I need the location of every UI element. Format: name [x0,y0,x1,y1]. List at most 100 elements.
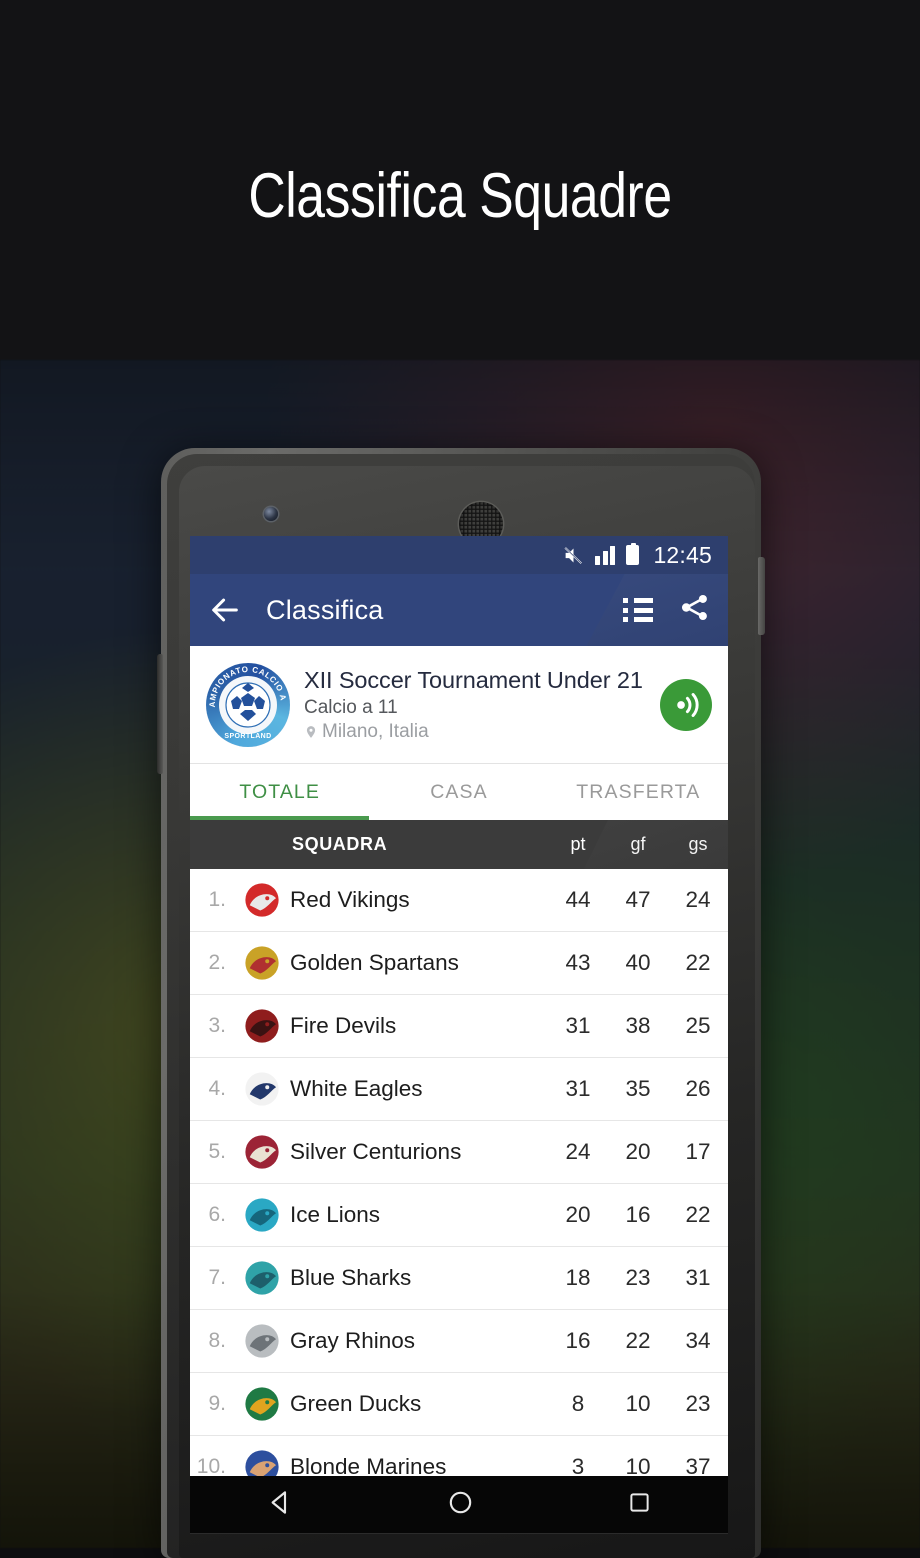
row-pt: 44 [565,887,591,912]
back-arrow-icon[interactable] [208,593,242,627]
row-team-logo [234,942,290,984]
row-team-logo [234,1446,290,1476]
phone-screen: 12:45 Classifica AMPIONATO CALCIO A SPOR… [190,536,728,1476]
row-pt: 24 [565,1139,591,1164]
table-row[interactable]: 6. Ice Lions 20 16 22 [190,1184,728,1247]
row-team-name: Red Vikings [290,887,410,912]
table-row[interactable]: 7. Blue Sharks 18 23 31 [190,1247,728,1310]
row-rank: 7. [208,1266,226,1289]
row-team-logo [234,1131,290,1173]
tournament-meta: XII Soccer Tournament Under 21 Calcio a … [304,667,660,743]
row-gs: 25 [685,1013,711,1038]
row-rank: 1. [208,888,226,911]
tournament-logo: CAMPIONATO CALCIO A 11 SPORTLAND [206,662,290,747]
row-rank: 9. [208,1392,226,1415]
row-gs: 31 [685,1265,711,1290]
row-gf: 47 [625,887,651,912]
table-row[interactable]: 10. Blonde Marines 3 10 37 [190,1436,728,1476]
table-row[interactable]: 9. Green Ducks 8 10 23 [190,1373,728,1436]
toolbar-title: Classifica [266,594,384,625]
status-bar: 12:45 [190,536,728,574]
logo-inner-disc [219,675,277,734]
location-pin-icon [306,725,316,738]
tournament-header[interactable]: CAMPIONATO CALCIO A 11 SPORTLAND [190,646,728,764]
row-team-logo [234,1257,290,1299]
row-gf: 35 [625,1076,651,1101]
battery-icon [626,542,640,565]
row-rank: 5. [208,1140,226,1163]
table-row[interactable]: 3. Fire Devils 31 38 25 [190,995,728,1058]
table-header: SQUADRA pt gf gs [190,820,728,869]
page-title: Classifica Squadre [248,161,672,231]
broadcast-icon[interactable] [660,678,712,731]
row-rank: 4. [208,1077,226,1100]
soccer-ball-icon [225,681,271,728]
tab-casa[interactable]: CASA [369,764,548,820]
row-team-name: Ice Lions [290,1202,381,1227]
row-pt: 20 [565,1202,591,1227]
row-team-name: Golden Spartans [290,950,459,975]
tab-trasferta[interactable]: TRASFERTA [549,764,728,820]
row-team-name: Gray Rhinos [290,1328,416,1353]
row-team-logo [234,1068,290,1110]
status-bar-icons: 12:45 [563,542,712,569]
share-icon[interactable] [679,592,710,628]
row-rank: 8. [208,1329,226,1352]
row-gf: 23 [625,1265,651,1290]
front-camera-icon [264,507,278,521]
row-gf: 10 [625,1454,651,1476]
row-pt: 3 [571,1454,585,1476]
row-pt: 18 [565,1265,591,1290]
nav-back-triangle-icon[interactable] [267,1489,294,1521]
row-team-logo [234,1005,290,1047]
table-row[interactable]: 4. White Eagles 31 35 26 [190,1058,728,1121]
tab-totale[interactable]: TOTALE [190,764,370,820]
table-row[interactable]: 1. Red Vikings 44 47 24 [190,869,728,932]
row-gf: 22 [625,1328,651,1353]
table-row[interactable]: 2. Golden Spartans 43 40 22 [190,932,728,995]
row-team-name: Blonde Marines [290,1454,447,1476]
column-header-team: SQUADRA [292,834,388,854]
signal-icon [595,545,616,565]
tournament-location: Milano, Italia [304,721,660,743]
row-rank: 2. [208,951,226,974]
row-rank: 10. [196,1455,226,1476]
row-pt: 31 [565,1076,591,1101]
toolbar-actions [623,592,710,628]
standings-table-body: 1. Red Vikings 44 47 24 2. Golden Spartans 43 40… [190,869,728,1476]
row-pt: 16 [565,1328,591,1353]
row-team-name: Silver Centurions [290,1139,462,1164]
table-row[interactable]: 5. Silver Centurions 24 20 17 [190,1121,728,1184]
tournament-location-label: Milano, Italia [322,720,429,742]
power-button[interactable] [758,557,765,635]
row-rank: 6. [208,1203,226,1226]
app-toolbar: Classifica [190,574,728,646]
list-icon[interactable] [623,598,653,622]
row-gf: 40 [625,950,651,975]
row-team-logo [234,1194,290,1236]
row-gf: 20 [625,1139,651,1164]
nav-recents-square-icon[interactable] [627,1490,652,1520]
row-team-logo [234,1320,290,1362]
mute-icon [563,545,584,566]
tournament-sport: Calcio a 11 [304,696,398,718]
row-team-name: Blue Sharks [290,1265,412,1290]
android-navigation-bar [190,1476,728,1534]
volume-button[interactable] [157,654,163,774]
row-gs: 24 [685,887,711,912]
row-gs: 34 [685,1328,711,1353]
nav-home-circle-icon[interactable] [447,1489,474,1521]
row-pt: 31 [565,1013,591,1038]
column-header-gs: gs [688,834,708,854]
row-gs: 37 [685,1454,711,1476]
row-gs: 22 [685,1202,711,1227]
row-team-name: Green Ducks [290,1391,422,1416]
phone-mockup: 12:45 Classifica AMPIONATO CALCIO A SPOR… [157,448,765,1558]
table-row[interactable]: 8. Gray Rhinos 16 22 34 [190,1310,728,1373]
row-pt: 8 [571,1391,585,1416]
row-gs: 17 [685,1139,711,1164]
row-gs: 22 [685,950,711,975]
row-gs: 23 [685,1391,711,1416]
row-gf: 16 [625,1202,651,1227]
row-gf: 10 [625,1391,651,1416]
